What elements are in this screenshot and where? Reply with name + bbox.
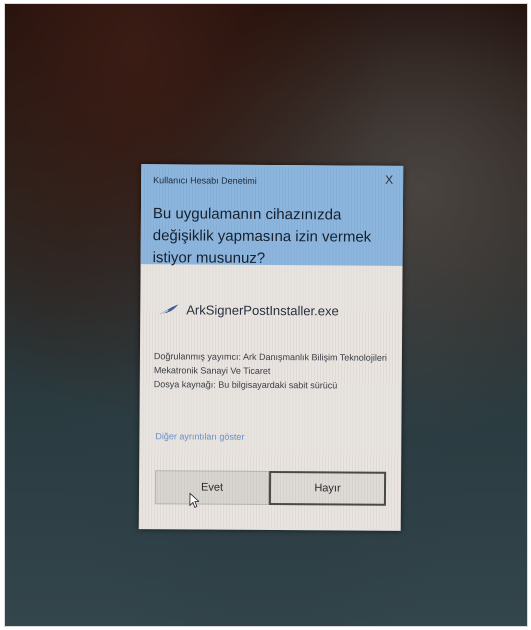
show-more-details-link[interactable]: Diğer ayrıntıları göster xyxy=(155,431,244,442)
publisher-line: Doğrulanmış yayımcı: Ark Danışmanlık Bil… xyxy=(153,351,387,376)
app-row: ArkSignerPostInstaller.exe xyxy=(158,299,339,320)
file-origin-line: Dosya kaynağı: Bu bilgisayardaki sabit s… xyxy=(153,379,338,391)
yes-button[interactable]: Evet xyxy=(154,470,270,505)
close-button[interactable]: X xyxy=(385,173,393,187)
mouse-pointer-icon xyxy=(189,492,199,509)
arksigner-feather-icon xyxy=(159,304,179,315)
dialog-title: Kullanıcı Hesabı Denetimi xyxy=(153,175,257,186)
dialog-question: Bu uygulamanın cihazınızda değişiklik ya… xyxy=(152,205,372,267)
app-name: ArkSignerPostInstaller.exe xyxy=(186,301,339,318)
uac-dialog: Kullanıcı Hesabı Denetimi X Bu uygulaman… xyxy=(138,164,404,531)
publisher-info: Doğrulanmış yayımcı: Ark Danışmanlık Bil… xyxy=(154,349,398,393)
no-button[interactable]: Hayır xyxy=(268,470,387,506)
dialog-header: Kullanıcı Hesabı Denetimi X Bu uygulaman… xyxy=(140,164,404,267)
